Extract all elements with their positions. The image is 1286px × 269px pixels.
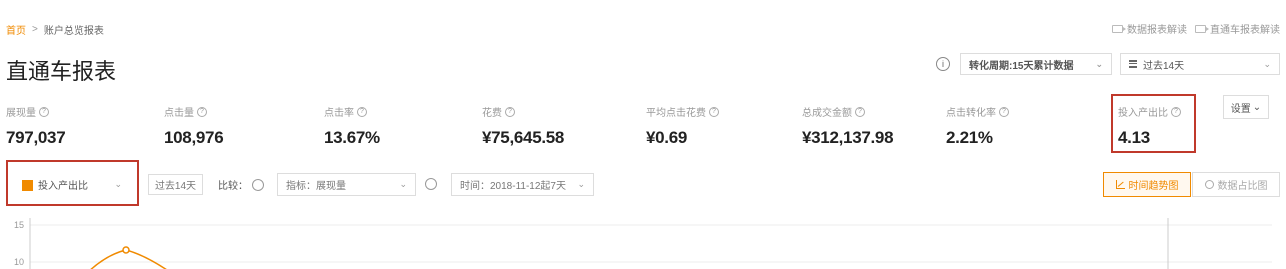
help-icon[interactable]: ? (999, 106, 1009, 117)
chevron-down-icon: ⌄ (399, 179, 407, 189)
metric-value: 13.67% (324, 128, 380, 147)
trend-chart: 15 10 (14, 218, 1272, 269)
breadcrumb-home-link[interactable]: 首页 (6, 22, 26, 37)
metric-label: 点击量 (164, 108, 194, 119)
chevron-down-icon: ⌄ (1252, 101, 1262, 113)
metric-label: 点击转化率 (946, 108, 996, 119)
report-guide-link[interactable]: 数据报表解读 (1112, 21, 1187, 36)
breadcrumb-current: 账户总览报表 (43, 26, 104, 37)
help-icon[interactable]: ? (709, 106, 719, 117)
video-icon (1112, 24, 1126, 33)
metric-label: 花费 (482, 108, 502, 119)
metric-value: ¥75,645.58 (482, 128, 565, 147)
metric-cvr[interactable]: 点击转化率? 2.21% (946, 104, 1096, 148)
metric-avg-cpc[interactable]: 平均点击花费? ¥0.69 (646, 104, 796, 148)
date-range-value: 过去14天 (1143, 60, 1185, 72)
breadcrumb-separator: > (32, 24, 38, 35)
help-icon[interactable]: ? (357, 106, 367, 117)
roi-highlight-box (1111, 94, 1196, 153)
metric-gmv[interactable]: 总成交金额? ¥312,137.98 (802, 104, 952, 148)
primary-metric-value: 投入产出比 (38, 180, 88, 192)
report-guide-label: 数据报表解读 (1127, 25, 1187, 36)
page-title: 直通车报表 (6, 59, 117, 84)
info-icon[interactable]: i (936, 57, 950, 71)
y-tick-label: 10 (14, 257, 24, 267)
y-tick-label: 15 (14, 220, 24, 230)
date-range-select[interactable]: 过去14天 ⌄ (1120, 53, 1280, 75)
pie-chart-icon (1204, 180, 1214, 189)
compare-label: 比较： (218, 181, 248, 192)
chevron-down-icon: ⌄ (114, 178, 122, 189)
past-14-days-button[interactable]: 过去14天 (148, 174, 203, 195)
calendar-icon (1129, 60, 1137, 68)
indicator-value: 指标：展现量 (286, 181, 346, 192)
conversion-period-select[interactable]: 转化周期:15天累计数据 ⌄ (960, 53, 1112, 75)
help-icon[interactable]: ? (855, 106, 865, 117)
indicator-select[interactable]: 指标：展现量 ⌄ (277, 173, 416, 196)
compare-toggle[interactable]: 比较： (218, 174, 264, 195)
trend-label: 时间趋势图 (1128, 181, 1179, 192)
time-trend-button[interactable]: 时间趋势图 (1103, 172, 1191, 197)
roi-data-point[interactable] (122, 246, 130, 254)
metric-cost[interactable]: 花费? ¥75,645.58 (482, 104, 632, 148)
chart-filter-row: 投入产出比 ⌄ 过去14天 比较： 指标：展现量 ⌄ 时间：2018-11-12… (6, 160, 1280, 206)
settings-button[interactable]: 设置 ⌄ (1223, 95, 1269, 119)
metric-value: 797,037 (6, 128, 66, 147)
help-icon[interactable]: ? (505, 106, 515, 117)
time-select[interactable]: 时间：2018-11-12起7天 ⌄ (451, 173, 594, 196)
ztc-guide-label: 直通车报表解读 (1210, 25, 1280, 36)
metric-value: ¥0.69 (646, 128, 688, 147)
help-icon[interactable]: ? (39, 106, 49, 117)
metric-ctr[interactable]: 点击率? 13.67% (324, 104, 474, 148)
primary-metric-select[interactable]: 投入产出比 ⌄ (16, 172, 128, 196)
metric-label: 展现量 (6, 108, 36, 119)
ztc-guide-link[interactable]: 直通车报表解读 (1195, 21, 1280, 36)
breadcrumb: 首页 > 账户总览报表 (6, 22, 104, 37)
chevron-down-icon: ⌄ (1095, 58, 1103, 69)
metric-value: 108,976 (164, 128, 224, 147)
settings-label: 设置 (1230, 103, 1251, 115)
metric-clicks[interactable]: 点击量? 108,976 (164, 104, 314, 148)
metric-label: 平均点击花费 (646, 108, 706, 119)
metric-label: 总成交金额 (802, 108, 852, 119)
time-value: 时间：2018-11-12起7天 (460, 181, 566, 192)
metric-value: 2.21% (946, 128, 993, 147)
help-links: 数据报表解读 直通车报表解读 (1112, 21, 1280, 36)
data-ratio-button[interactable]: 数据占比图 (1192, 172, 1280, 197)
chevron-down-icon: ⌄ (577, 179, 585, 189)
video-icon (1195, 24, 1209, 33)
series-color-swatch (22, 179, 33, 191)
metric-impressions[interactable]: 展现量? 797,037 (6, 104, 156, 148)
chevron-down-icon: ⌄ (1263, 58, 1271, 69)
metric-value: ¥312,137.98 (802, 128, 894, 147)
conversion-period-value: 转化周期:15天累计数据 (969, 60, 1074, 72)
report-controls: i 转化周期:15天累计数据 ⌄ 过去14天 ⌄ (936, 53, 1280, 75)
time-compare-radio[interactable] (425, 178, 437, 190)
help-icon[interactable]: ? (197, 106, 207, 117)
compare-radio[interactable] (252, 178, 264, 191)
ratio-label: 数据占比图 (1217, 181, 1268, 192)
metric-label: 点击率 (324, 108, 354, 119)
line-chart-icon (1115, 180, 1125, 189)
